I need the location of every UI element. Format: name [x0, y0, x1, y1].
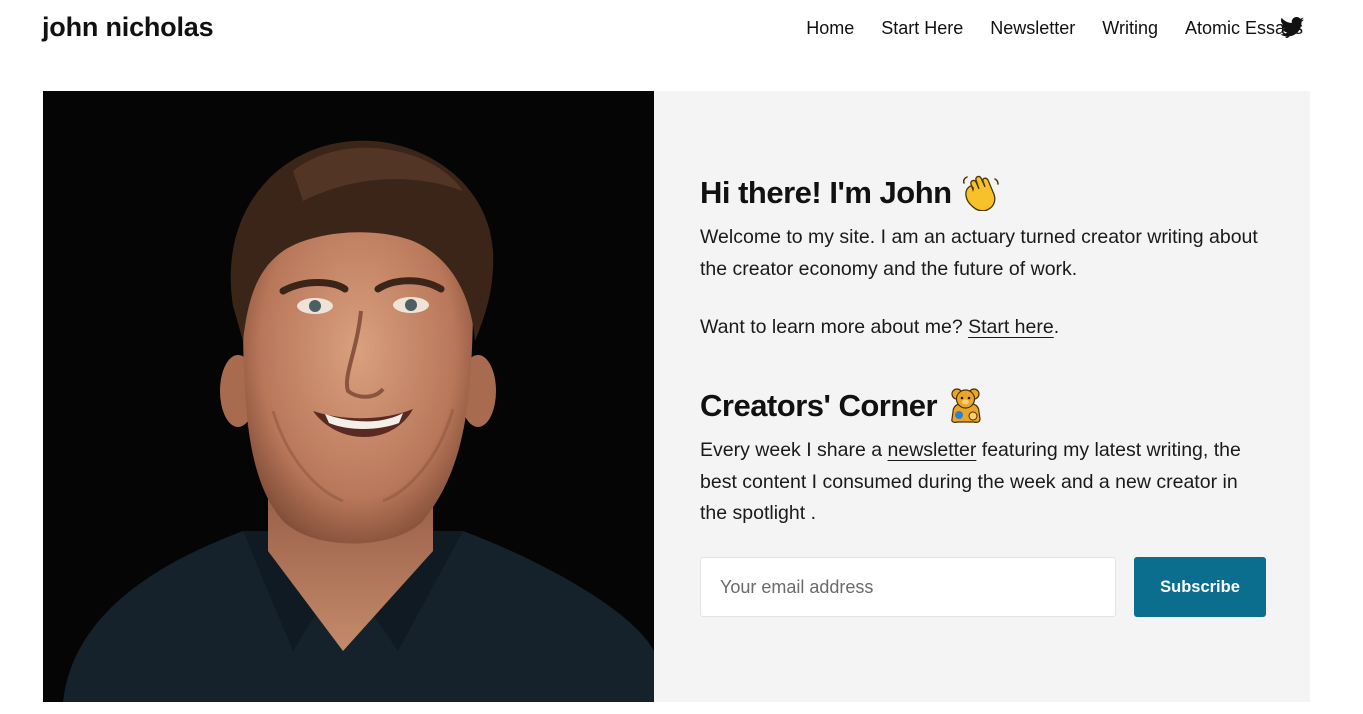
- intro-text: Welcome to my site. I am an actuary turn…: [700, 226, 1258, 280]
- nav-writing[interactable]: Writing: [1102, 18, 1158, 39]
- learn-more-suffix: .: [1053, 316, 1060, 338]
- intro-heading-text: Hi there! I'm John: [700, 175, 952, 210]
- intro-heading: Hi there! I'm John: [700, 175, 1000, 211]
- newsletter-link[interactable]: newsletter: [888, 439, 977, 461]
- twitter-icon[interactable]: [1280, 17, 1304, 37]
- nav-home[interactable]: Home: [806, 18, 854, 39]
- learn-more-prefix: Want to learn more about me?: [700, 316, 969, 338]
- learn-more-text: Want to learn more about me? Start here.: [700, 312, 1270, 344]
- creators-corner-text: Every week I share a newsletter featurin…: [700, 435, 1270, 530]
- profile-photo: [43, 91, 654, 702]
- teddy-bear-icon: [951, 388, 981, 423]
- email-input[interactable]: [700, 557, 1116, 617]
- start-here-link[interactable]: Start here: [968, 316, 1054, 338]
- creators-text-prefix: Every week I share a: [700, 439, 888, 461]
- creators-heading-text: Creators' Corner: [700, 388, 938, 423]
- nav-newsletter[interactable]: Newsletter: [990, 18, 1075, 39]
- main-nav: Home Start Here Newsletter Writing Atomi…: [779, 18, 1303, 39]
- waving-hand-icon: [962, 175, 999, 211]
- nav-start-here[interactable]: Start Here: [881, 18, 963, 39]
- intro-panel: Hi there! I'm John Welcome to my site. I…: [654, 91, 1310, 702]
- site-title[interactable]: john nicholas: [42, 12, 214, 43]
- subscribe-button[interactable]: Subscribe: [1134, 557, 1266, 617]
- creators-corner-heading: Creators' Corner: [700, 388, 987, 424]
- portrait-illustration: [43, 91, 654, 702]
- hero-section: Hi there! I'm John Welcome to my site. I…: [43, 91, 1310, 702]
